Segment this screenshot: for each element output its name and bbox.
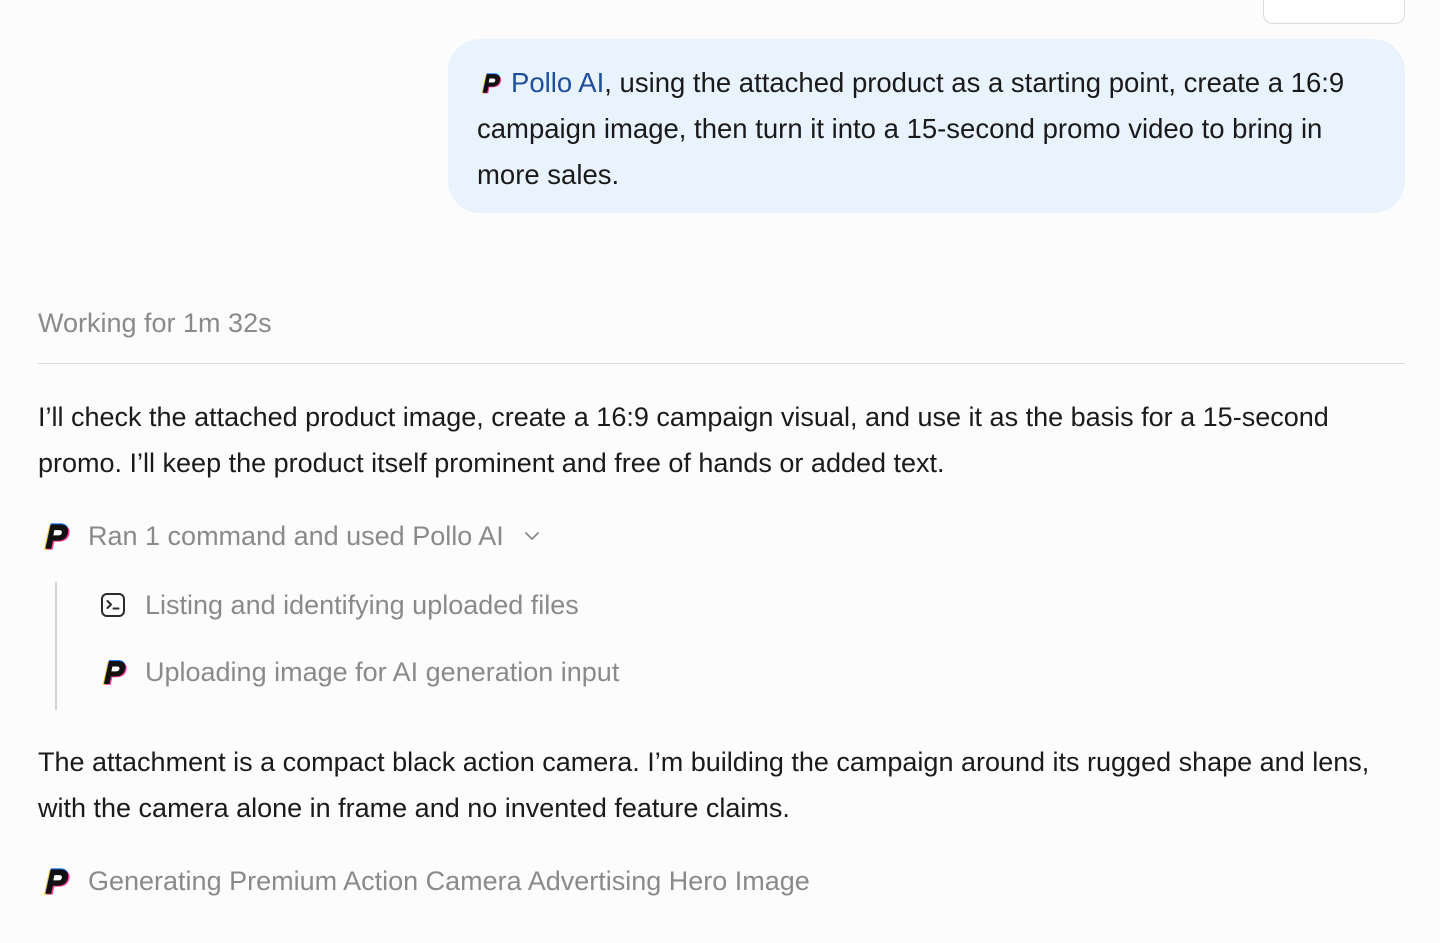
- divider: [38, 363, 1405, 364]
- generating-status[interactable]: Generating Premium Action Camera Adverti…: [38, 864, 810, 898]
- pollo-ai-logo-icon: [44, 868, 70, 895]
- chat-page: Pollo AI, using the attached product as …: [0, 0, 1440, 943]
- pollo-ai-logo-icon: [44, 523, 70, 550]
- tool-group-label: Ran 1 command and used Pollo AI: [88, 520, 504, 551]
- step-item[interactable]: Uploading image for AI generation input: [97, 656, 619, 688]
- user-message-bubble: Pollo AI, using the attached product as …: [448, 39, 1405, 213]
- assistant-paragraph: The attachment is a compact black action…: [38, 747, 1370, 823]
- working-status[interactable]: Working for 1m 32s: [38, 308, 272, 339]
- assistant-paragraph: I’ll check the attached product image, c…: [38, 402, 1329, 478]
- step-label: Uploading image for AI generation input: [145, 656, 620, 687]
- user-message-text: , using the attached product as a starti…: [477, 67, 1345, 190]
- pollo-ai-logo-icon: [102, 660, 127, 685]
- step-item[interactable]: Listing and identifying uploaded files: [97, 589, 579, 621]
- steps-guide-line: [55, 582, 57, 710]
- pollo-ai-mention[interactable]: Pollo AI: [511, 67, 604, 98]
- tool-group-toggle[interactable]: Ran 1 command and used Pollo AI: [38, 519, 542, 553]
- terminal-icon: [101, 593, 125, 617]
- chevron-down-icon[interactable]: [522, 526, 542, 546]
- step-label: Listing and identifying uploaded files: [145, 589, 579, 620]
- generating-label: Generating Premium Action Camera Adverti…: [88, 865, 810, 896]
- attachment-thumbnail[interactable]: [1263, 0, 1405, 24]
- pollo-ai-logo-icon: [481, 73, 502, 94]
